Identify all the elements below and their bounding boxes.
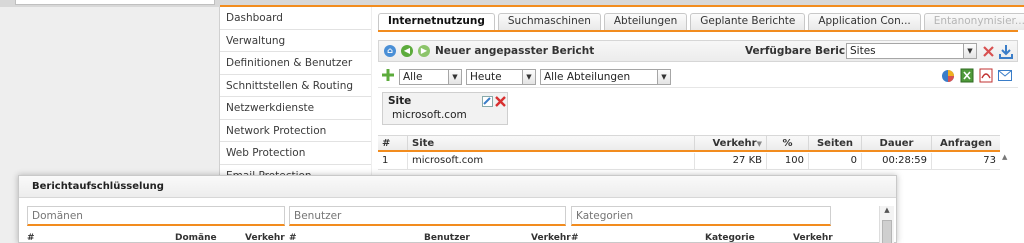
col-percent[interactable]: % [766, 136, 808, 150]
col-pages[interactable]: Seiten [808, 136, 861, 150]
period-filter-select[interactable]: Heute ▼ [466, 69, 536, 85]
top-bar [0, 0, 1024, 7]
row-percent: 100 [766, 153, 808, 169]
excel-export-icon[interactable] [960, 68, 974, 83]
col-traffic[interactable]: Verkehr▼ [694, 136, 766, 150]
remove-filter-icon[interactable] [495, 96, 506, 107]
report-title: Neuer angepasster Bericht [435, 45, 595, 57]
global-search-field[interactable] [15, 0, 215, 5]
col-site[interactable]: Site [407, 136, 694, 150]
col-requests[interactable]: Anfragen [931, 136, 1000, 150]
tab-entanonymisierung: Entanonymisier... [923, 13, 1024, 30]
forward-icon[interactable]: ▶ [418, 45, 430, 57]
bd-col-domain[interactable]: Domäne [175, 233, 217, 243]
table-scroll-up-icon[interactable]: ▲ [1002, 153, 1007, 161]
tab-bar: Internetnutzung Suchmaschinen Abteilunge… [378, 13, 1024, 30]
sidebar-item-verwaltung[interactable]: Verwaltung [220, 30, 371, 52]
bd-col-num-2: # [289, 233, 297, 243]
sidebar-item-netzwerkdienste[interactable]: Netzwerkdienste [220, 97, 371, 120]
users-filter-input[interactable] [289, 206, 566, 226]
breakdown-header: Berichtaufschlüsselung [19, 176, 896, 198]
report-toolbar: ⌂ ◀ ▶ Neuer angepasster Bericht Verfügba… [378, 40, 1018, 62]
col-traffic-label: Verkehr [712, 138, 757, 149]
scroll-thumb[interactable] [882, 220, 892, 243]
sidebar-item-definitionen[interactable]: Definitionen & Benutzer [220, 52, 371, 75]
edit-icon[interactable] [482, 96, 493, 107]
sidebar-item-schnittstellen[interactable]: Schnittstellen & Routing [220, 75, 371, 97]
site-card-title: Site [388, 95, 412, 107]
bd-col-traffic-1[interactable]: Verkehr [245, 233, 285, 243]
chevron-down-icon: ▼ [522, 70, 535, 84]
bd-col-num-3: # [571, 233, 579, 243]
sidebar-item-dashboard[interactable]: Dashboard [220, 7, 371, 30]
chevron-down-icon: ▼ [963, 44, 976, 58]
scroll-up-icon[interactable]: ▲ [880, 206, 894, 214]
site-filter-card: Site microsoft.com [382, 92, 508, 125]
tab-internetnutzung[interactable]: Internetnutzung [378, 13, 495, 30]
chevron-down-icon: ▼ [657, 70, 670, 84]
available-reports-select[interactable]: Sites ▼ [846, 43, 977, 59]
pie-chart-icon[interactable] [941, 69, 955, 83]
bd-col-user[interactable]: Benutzer [424, 233, 470, 243]
period-filter-value: Heute [470, 71, 502, 83]
bd-col-traffic-2[interactable]: Verkehr [531, 233, 571, 243]
row-site: microsoft.com [407, 153, 694, 169]
tab-geplante-berichte[interactable]: Geplante Berichte [690, 13, 806, 30]
filter-toolbar: Alle ▼ Heute ▼ Alle Abteilungen ▼ [378, 66, 1018, 88]
sort-desc-icon: ▼ [756, 140, 762, 148]
back-icon[interactable]: ◀ [401, 45, 413, 57]
categories-filter-input[interactable] [571, 206, 831, 226]
add-filter-icon[interactable] [382, 69, 394, 81]
site-card-value: microsoft.com [392, 109, 467, 121]
tab-suchmaschinen[interactable]: Suchmaschinen [497, 13, 601, 30]
col-duration[interactable]: Dauer [861, 136, 931, 150]
chevron-down-icon: ▼ [448, 70, 461, 84]
row-pages: 0 [808, 153, 861, 169]
email-icon[interactable] [998, 70, 1012, 81]
breakdown-scrollbar[interactable]: ▲ [879, 206, 894, 243]
row-requests: 73 [931, 153, 1000, 169]
download-icon[interactable] [999, 44, 1013, 59]
tab-application-control[interactable]: Application Con... [808, 13, 921, 30]
table-header: # Site Verkehr▼ % Seiten Dauer Anfragen [378, 135, 1000, 152]
tab-underline [378, 30, 1018, 32]
bd-col-num-1: # [27, 233, 35, 243]
row-num: 1 [382, 155, 389, 166]
bd-col-category[interactable]: Kategorie [705, 233, 755, 243]
col-num: # [382, 138, 391, 149]
row-traffic: 27 KB [694, 153, 766, 169]
row-duration: 00:28:59 [861, 153, 931, 169]
departments-filter-select[interactable]: Alle Abteilungen ▼ [540, 69, 671, 85]
sidebar-item-web-protection[interactable]: Web Protection [220, 142, 371, 165]
users-filter-value: Alle [403, 71, 423, 83]
breakdown-title: Berichtaufschlüsselung [32, 181, 164, 192]
users-filter-select[interactable]: Alle ▼ [399, 69, 462, 85]
breakdown-panel: Berichtaufschlüsselung # Domäne Verkehr … [18, 175, 897, 243]
tab-abteilungen[interactable]: Abteilungen [603, 13, 688, 30]
departments-filter-value: Alle Abteilungen [544, 71, 631, 83]
home-icon[interactable]: ⌂ [384, 45, 396, 57]
delete-report-icon[interactable] [983, 46, 994, 57]
available-reports-value: Sites [850, 45, 876, 57]
sidebar-item-network-protection[interactable]: Network Protection [220, 120, 371, 142]
breakdown-column-headers: # Domäne Verkehr # Benutzer Verkehr # Ka… [19, 231, 879, 243]
pdf-export-icon[interactable] [979, 68, 993, 83]
domains-filter-input[interactable] [27, 206, 285, 226]
table-row[interactable]: 1 microsoft.com 27 KB 100 0 00:28:59 73 [378, 153, 1000, 170]
bd-col-traffic-3[interactable]: Verkehr [793, 233, 833, 243]
